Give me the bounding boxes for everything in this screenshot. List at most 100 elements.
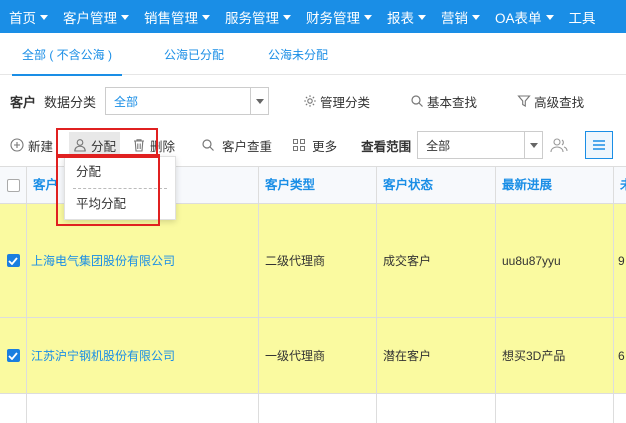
column-header-progress[interactable]: 最新进展 [496,167,614,204]
nav-label: OA表单 [495,10,542,26]
nav-label: 工具 [568,10,596,26]
select-all-checkbox[interactable] [6,179,20,192]
column-header-truncated[interactable]: 未 [614,167,626,204]
search-icon [202,139,214,151]
caret-down-icon [418,14,426,20]
category-label: 数据分类 [44,94,97,110]
nav-item-finance[interactable]: 财务管理 [297,0,378,33]
latest-progress: 想买3D产品 [496,318,614,393]
filter-icon [517,95,531,107]
menu-item-assign[interactable]: 分配 [65,157,175,188]
latest-progress: uu8u87yyu [496,204,614,317]
caret-down-icon [121,14,129,20]
nav-item-sales[interactable]: 销售管理 [135,0,216,33]
row-checkbox-cell [0,318,27,393]
category-select[interactable]: 全部 [105,87,270,115]
empty-cell [0,394,27,423]
table-row[interactable]: 上海电气集团股份有限公司 二级代理商 成交客户 uu8u87yyu 9 [0,204,626,318]
customer-status: 成交客户 [377,204,496,317]
list-icon [593,140,606,150]
empty-cell [27,394,259,423]
filter-row: 客户 数据分类 全部 管理分类 基本查找 高级查找 [0,86,626,116]
select-arrow [524,132,542,158]
truncated-cell: 6 [618,348,625,363]
empty-cell [259,394,377,423]
more-label: 更多 [312,139,338,154]
assign-label: 分配 [91,139,117,154]
dedupe-label: 客户查重 [222,139,273,154]
gear-icon [304,95,316,107]
user-icon [74,139,86,152]
tab-sea-assigned[interactable]: 公海已分配 [134,33,246,75]
search-icon [411,95,423,107]
advanced-search-label: 高级查找 [534,95,585,110]
caret-down-icon [364,14,372,20]
plus-circle-icon [10,138,24,152]
nav-item-home[interactable]: 首页 [0,0,54,33]
menu-item-average-assign[interactable]: 平均分配 [65,189,175,220]
nav-label: 报表 [387,10,414,26]
customer-type: 一级代理商 [259,318,377,393]
nav-item-service[interactable]: 服务管理 [216,0,297,33]
empty-cell [496,394,614,423]
column-header-type[interactable]: 客户类型 [259,167,377,204]
nav-item-marketing[interactable]: 营销 [432,0,486,33]
triangle-down-icon [529,142,538,148]
customer-status: 潜在客户 [377,318,496,393]
grid-icon [293,139,306,151]
select-all-cell [0,167,27,204]
tab-bar: 全部 ( 不含公海 ) 公海已分配 公海未分配 [0,33,626,76]
manage-category-button[interactable]: 管理分类 [303,92,370,111]
row-checkbox[interactable] [6,254,20,267]
delete-label: 删除 [150,139,176,154]
column-header-status[interactable]: 客户状态 [377,167,496,204]
select-arrow [250,88,268,114]
nav-label: 首页 [9,10,36,26]
empty-cell [614,394,626,423]
row-checkbox-cell [0,204,27,317]
row-checkbox[interactable] [6,349,20,362]
empty-cell [377,394,496,423]
dedupe-button[interactable]: 客户查重 [201,136,272,155]
table-row[interactable]: 江苏沪宁钢机股份有限公司 一级代理商 潜在客户 想买3D产品 6 [0,318,626,394]
new-button[interactable]: 新建 [10,136,53,155]
entity-label: 客户 [10,94,37,110]
top-nav: 首页 客户管理 销售管理 服务管理 财务管理 报表 营销 OA表单 工具 [0,0,626,33]
new-label: 新建 [28,139,54,154]
tab-sea-unassigned[interactable]: 公海未分配 [246,33,350,75]
check-icon [8,351,18,360]
nav-item-oa-forms[interactable]: OA表单 [486,0,560,33]
triangle-down-icon [255,98,264,104]
assign-button[interactable]: 分配 [69,132,121,158]
assign-dropdown-menu: 分配 平均分配 [64,156,176,220]
list-view-button[interactable] [585,131,614,159]
scope-select[interactable]: 全部 [417,131,544,159]
nav-label: 服务管理 [225,10,279,26]
nav-label: 客户管理 [63,10,117,26]
nav-label: 营销 [441,10,468,26]
check-icon [8,256,18,265]
caret-down-icon [545,14,554,20]
nav-label: 财务管理 [306,10,360,26]
more-button[interactable]: 更多 [292,136,337,155]
truncated-cell: 9 [618,253,625,268]
customer-name-link[interactable]: 上海电气集团股份有限公司 [27,204,259,317]
scope-select-value: 全部 [426,138,451,153]
trash-icon [134,139,145,152]
advanced-search-button[interactable]: 高级查找 [517,92,584,111]
nav-item-customer[interactable]: 客户管理 [54,0,135,33]
tab-all[interactable]: 全部 ( 不含公海 ) [0,33,134,76]
basic-search-button[interactable]: 基本查找 [410,92,477,111]
nav-label: 销售管理 [144,10,198,26]
nav-item-tools[interactable]: 工具 [560,0,602,33]
user-group-icon [550,138,568,153]
customer-type: 二级代理商 [259,204,377,317]
caret-down-icon [202,14,210,20]
table-row-empty [0,394,626,423]
caret-down-icon [283,14,291,20]
user-settings-button[interactable] [549,137,569,153]
delete-button[interactable]: 删除 [132,136,175,155]
nav-item-reports[interactable]: 报表 [378,0,432,33]
manage-category-label: 管理分类 [320,95,371,110]
customer-name-link[interactable]: 江苏沪宁钢机股份有限公司 [27,318,259,393]
